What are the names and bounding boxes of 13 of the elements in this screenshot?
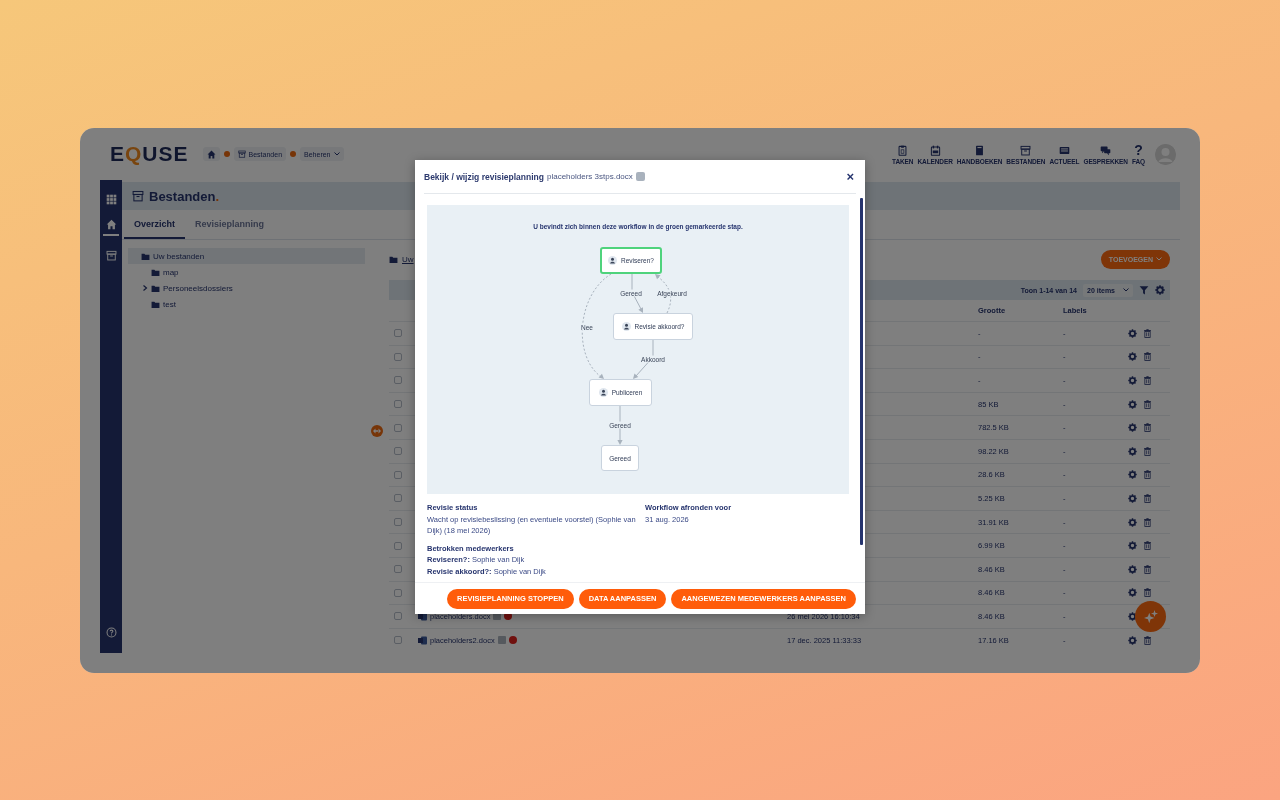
tree-item[interactable]: Uw bestanden (128, 248, 365, 264)
breadcrumb-link[interactable]: Uw (402, 254, 414, 264)
tree-item[interactable]: test (138, 296, 365, 312)
tree-item[interactable]: Personeelsdossiers (138, 280, 365, 296)
file-name: placeholders 3stps.docx (547, 172, 633, 181)
tab[interactable]: Overzicht (124, 210, 185, 239)
logo: EQUSE (110, 142, 189, 166)
question-icon: ? (1134, 143, 1143, 156)
tree-item[interactable]: map (138, 264, 365, 280)
tab[interactable]: Revisieplanning (185, 210, 275, 239)
close-button[interactable]: × (844, 169, 856, 184)
page-title: Bestanden. (149, 188, 220, 204)
dialog-title: Bekijk / wijzig revisieplanning (424, 171, 544, 182)
